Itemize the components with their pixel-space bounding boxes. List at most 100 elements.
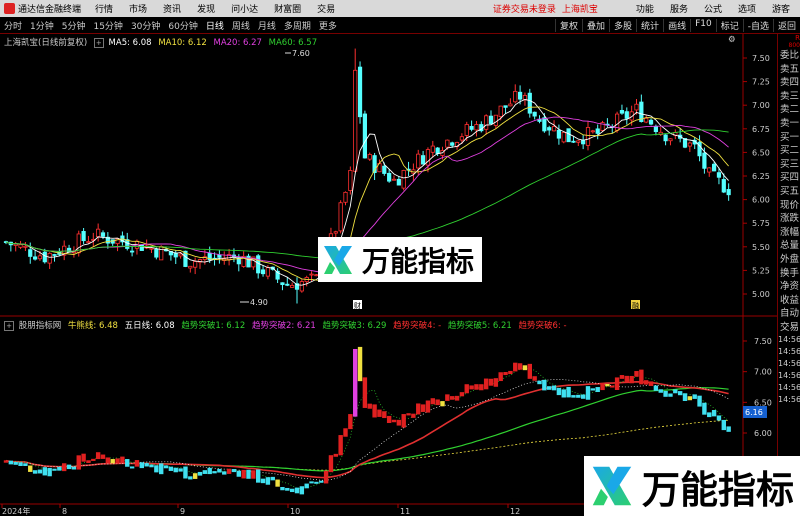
side-panel-label[interactable]: 交易	[778, 321, 800, 335]
indicator-bar	[86, 460, 91, 463]
add-watchlist-button[interactable]: -自选	[742, 18, 773, 32]
side-panel-label[interactable]: 买三	[778, 158, 800, 172]
indicator-bar	[52, 468, 57, 471]
f10-button[interactable]: F10	[690, 18, 716, 32]
settings-gear-icon[interactable]: ⚙	[728, 35, 736, 45]
multi-stock-button[interactable]: 多股	[609, 18, 636, 32]
candle-body	[168, 251, 173, 256]
side-panel-label[interactable]: 14:56	[778, 346, 800, 358]
side-panel-label[interactable]: 14:56	[778, 358, 800, 370]
menu-item-wealth[interactable]: 财富圈	[266, 2, 309, 15]
side-panel-label[interactable]: 卖一	[778, 117, 800, 131]
period-15min[interactable]: 15分钟	[89, 19, 126, 32]
menu-item-service[interactable]: 服务	[662, 2, 696, 15]
menu-item-discover[interactable]: 发现	[189, 2, 223, 15]
menu-item-guest[interactable]: 游客	[764, 2, 800, 15]
period-60min[interactable]: 60分钟	[164, 19, 201, 32]
statistics-button[interactable]: 统计	[636, 18, 663, 32]
side-panel-label[interactable]: 卖二	[778, 103, 800, 117]
adjust-button[interactable]: 复权	[555, 18, 582, 32]
draw-line-button[interactable]: 画线	[663, 18, 690, 32]
side-panel-label[interactable]: 卖四	[778, 76, 800, 90]
margin-marker[interactable]	[631, 300, 640, 309]
side-panel-label[interactable]: 涨幅	[778, 226, 800, 240]
candle-body	[275, 270, 280, 280]
candle-body	[197, 259, 203, 263]
indicator-bar	[416, 403, 421, 415]
period-multi[interactable]: 多周期	[280, 19, 315, 32]
indicator-bar	[23, 463, 28, 466]
side-panel-label[interactable]: 自动	[778, 307, 800, 321]
side-panel-label[interactable]: 买二	[778, 144, 800, 158]
candle-body	[91, 238, 96, 241]
indicator-bar	[319, 480, 324, 483]
side-panel-label[interactable]: 14:56	[778, 334, 800, 346]
menu-item-formula[interactable]: 公式	[696, 2, 730, 15]
candle-body	[280, 282, 285, 286]
indicator-bar	[173, 467, 178, 473]
candle-body	[52, 254, 57, 256]
high-annotation: 7.60	[292, 49, 310, 58]
period-tick[interactable]: 分时	[0, 19, 26, 32]
indicator-bar	[600, 382, 605, 391]
mark-button[interactable]: 标记	[715, 18, 743, 32]
side-panel-label[interactable]: 涨跌	[778, 212, 800, 226]
indicator-bar	[226, 468, 232, 474]
period-more[interactable]: 更多	[315, 19, 341, 32]
current-price-label: 6.16	[745, 408, 763, 417]
indicator-bar	[682, 393, 688, 401]
indicator-bar	[260, 478, 266, 484]
back-button[interactable]: 返回	[772, 18, 800, 32]
menu-item-options[interactable]: 选项	[730, 2, 764, 15]
candle-body	[484, 115, 489, 130]
side-panel-label[interactable]: 14:56	[778, 394, 800, 406]
period-daily[interactable]: 日线	[202, 19, 228, 32]
side-panel-label[interactable]: 净资	[778, 280, 800, 294]
side-panel-label[interactable]: 现价	[778, 199, 800, 213]
side-panel-top-r: R	[795, 34, 800, 42]
menu-item-trade[interactable]: 交易	[309, 2, 343, 15]
side-panel-label[interactable]: 换手	[778, 267, 800, 281]
period-5min[interactable]: 5分钟	[58, 19, 90, 32]
indicator-bar	[556, 387, 562, 396]
indicator-bar	[430, 398, 435, 405]
overlay-button[interactable]: 叠加	[582, 18, 609, 32]
side-panel-label[interactable]: 买一	[778, 131, 800, 145]
period-1min[interactable]: 1分钟	[26, 19, 58, 32]
menu-item-ask[interactable]: 问小达	[223, 2, 266, 15]
watermark-text: 万能指标	[642, 467, 795, 512]
indicator-bar	[522, 365, 528, 371]
side-panel-label[interactable]: 外盘	[778, 253, 800, 267]
indicator-bar	[595, 387, 600, 393]
menu-item-quotes[interactable]: 行情	[87, 2, 121, 15]
menu-item-function[interactable]: 功能	[628, 2, 662, 15]
indicator-bar	[474, 384, 479, 390]
toolbar-right-group: 复权 叠加 多股 统计 画线 F10 标记 -自选 返回	[555, 18, 800, 32]
indicator-bar	[382, 411, 387, 419]
add-indicator-icon[interactable]: +	[93, 38, 104, 48]
indicator-bar	[590, 388, 596, 391]
period-weekly[interactable]: 周线	[228, 19, 254, 32]
candle-body	[678, 134, 683, 139]
side-panel-label[interactable]: 14:56	[778, 370, 800, 382]
side-panel-label[interactable]: 买四	[778, 171, 800, 185]
side-panel-label[interactable]: 总量	[778, 239, 800, 253]
indicator-toggle-icon[interactable]: +	[4, 321, 14, 331]
finance-marker[interactable]	[353, 300, 362, 309]
side-panel-label[interactable]: 卖三	[778, 90, 800, 104]
menu-item-market[interactable]: 市场	[121, 2, 155, 15]
side-panel-label[interactable]: 卖五	[778, 63, 800, 77]
side-panel-label[interactable]: 委比	[778, 49, 800, 63]
period-monthly[interactable]: 月线	[254, 19, 280, 32]
side-panel-label[interactable]: 收益	[778, 294, 800, 308]
indicator-bar	[333, 453, 338, 457]
indicator-bar	[644, 380, 649, 385]
login-notice[interactable]: 证券交易未登录	[493, 2, 562, 15]
menu-item-news[interactable]: 资讯	[155, 2, 189, 15]
side-panel-label[interactable]: 买五	[778, 185, 800, 199]
side-panel-label[interactable]: 14:56	[778, 382, 800, 394]
indicator-bar	[702, 402, 707, 415]
indicator-bar	[605, 383, 610, 387]
period-30min[interactable]: 30分钟	[127, 19, 164, 32]
indicator-legend: + 股朋指标网 牛熊线: 6.48 五日线: 6.08 趋势突破1: 6.12 …	[4, 319, 571, 331]
